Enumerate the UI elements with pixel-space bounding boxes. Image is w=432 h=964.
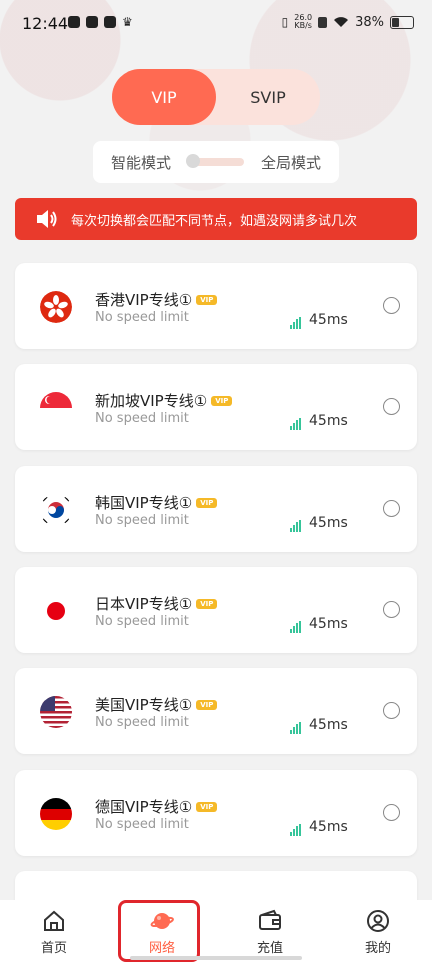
vip-badge: VIP bbox=[196, 497, 218, 508]
nav-home-label: 首页 bbox=[40, 940, 67, 956]
server-subtitle: No speed limit bbox=[95, 817, 189, 832]
nav-profile[interactable]: 我的 bbox=[324, 900, 432, 964]
tab-svip[interactable]: SVIP bbox=[216, 69, 320, 125]
server-card-de[interactable]: 德国VIP专线① VIP No speed limit 45ms bbox=[15, 770, 417, 856]
notice-text: 每次切换都会匹配不同节点，如遇没网请多试几次 bbox=[71, 213, 358, 229]
home-indicator bbox=[130, 956, 302, 960]
vibrate-icon: ▯ bbox=[281, 15, 289, 29]
signal-icon bbox=[290, 418, 302, 430]
server-name: 新加坡VIP专线① VIP bbox=[95, 390, 233, 411]
select-radio[interactable] bbox=[383, 398, 400, 415]
speaker-icon bbox=[37, 210, 57, 228]
bottom-nav: 首页 网络 充值 我的 bbox=[0, 900, 432, 964]
server-title: 日本VIP专线① bbox=[95, 595, 193, 613]
signal-icon bbox=[290, 722, 302, 734]
ping-value: 45ms bbox=[309, 312, 348, 328]
server-card-kr[interactable]: 韩国VIP专线① VIP No speed limit 45ms bbox=[15, 466, 417, 552]
signal-icon bbox=[290, 824, 302, 836]
planet-icon bbox=[150, 912, 174, 929]
ping-value: 45ms bbox=[309, 616, 348, 632]
server-card-us[interactable]: 美国VIP专线① VIP No speed limit 45ms bbox=[15, 668, 417, 754]
ping-value: 45ms bbox=[309, 819, 348, 835]
de-flag-icon bbox=[40, 798, 72, 830]
battery-percent: 38% bbox=[355, 14, 384, 30]
us-flag-icon bbox=[40, 696, 72, 728]
nav-profile-label: 我的 bbox=[364, 940, 391, 956]
sim-icon bbox=[318, 16, 328, 28]
status-time: 12:44 bbox=[22, 14, 69, 33]
select-radio[interactable] bbox=[383, 702, 400, 719]
signal-icon bbox=[290, 520, 302, 532]
signal-icon bbox=[290, 621, 302, 633]
vip-badge: VIP bbox=[196, 294, 218, 305]
vip-badge: VIP bbox=[196, 699, 218, 710]
kr-flag-icon bbox=[40, 494, 72, 526]
server-name: 美国VIP专线① VIP bbox=[95, 694, 218, 715]
hk-flag-icon bbox=[40, 291, 72, 323]
global-mode-label[interactable]: 全局模式 bbox=[261, 152, 321, 173]
server-subtitle: No speed limit bbox=[95, 310, 189, 325]
app-icon bbox=[86, 16, 98, 28]
ping-value: 45ms bbox=[309, 413, 348, 429]
select-radio[interactable] bbox=[383, 601, 400, 618]
server-name: 香港VIP专线① VIP bbox=[95, 289, 218, 310]
notification-icons: ♛ bbox=[68, 16, 134, 28]
nav-home[interactable]: 首页 bbox=[0, 900, 108, 964]
ping-value: 45ms bbox=[309, 515, 348, 531]
server-title: 德国VIP专线① bbox=[95, 798, 193, 816]
server-subtitle: No speed limit bbox=[95, 513, 189, 528]
server-name: 韩国VIP专线① VIP bbox=[95, 492, 218, 513]
server-card-hk[interactable]: 香港VIP专线① VIP No speed limit 45ms bbox=[15, 263, 417, 349]
wallet-icon bbox=[259, 909, 281, 930]
tab-vip[interactable]: VIP bbox=[112, 69, 216, 125]
server-subtitle: No speed limit bbox=[95, 411, 189, 426]
notice-banner: 每次切换都会匹配不同节点，如遇没网请多试几次 bbox=[15, 198, 417, 240]
server-title: 韩国VIP专线① bbox=[95, 494, 193, 512]
nav-network[interactable]: 网络 bbox=[108, 900, 216, 964]
server-name: 德国VIP专线① VIP bbox=[95, 796, 218, 817]
plan-tabs: VIP SVIP bbox=[112, 69, 320, 125]
server-title: 香港VIP专线① bbox=[95, 291, 193, 309]
mail-icon bbox=[104, 16, 116, 28]
wifi-icon bbox=[334, 17, 349, 27]
status-right: ▯ 26.0 KB/s 38% bbox=[282, 14, 414, 30]
server-subtitle: No speed limit bbox=[95, 715, 189, 730]
server-subtitle: No speed limit bbox=[95, 614, 189, 629]
nav-recharge[interactable]: 充值 bbox=[216, 900, 324, 964]
status-bar: 12:44 ♛ ▯ 26.0 KB/s 38% bbox=[0, 0, 432, 50]
nav-network-label: 网络 bbox=[148, 940, 175, 956]
user-icon bbox=[367, 909, 389, 932]
nav-recharge-label: 充值 bbox=[256, 940, 283, 956]
mode-toggle[interactable] bbox=[186, 154, 244, 168]
signal-icon bbox=[290, 317, 302, 329]
toggle-knob bbox=[186, 154, 200, 168]
sg-flag-icon bbox=[40, 392, 72, 424]
battery-icon bbox=[390, 15, 414, 29]
vip-badge: VIP bbox=[196, 801, 218, 812]
vip-badge: VIP bbox=[196, 598, 218, 609]
home-icon bbox=[44, 910, 64, 931]
jp-flag-icon bbox=[40, 595, 72, 627]
select-radio[interactable] bbox=[383, 297, 400, 314]
server-name: 日本VIP专线① VIP bbox=[95, 593, 218, 614]
mode-switch: 智能模式 全局模式 bbox=[93, 141, 339, 183]
network-speed: 26.0 KB/s bbox=[294, 14, 312, 30]
smart-mode-label[interactable]: 智能模式 bbox=[111, 152, 171, 173]
server-title: 新加坡VIP专线① bbox=[95, 392, 208, 410]
server-card-sg[interactable]: 新加坡VIP专线① VIP No speed limit 45ms bbox=[15, 364, 417, 450]
vip-badge: VIP bbox=[211, 395, 233, 406]
netspeed-unit: KB/s bbox=[294, 21, 312, 30]
crown-icon: ♛ bbox=[122, 15, 133, 29]
server-card-jp[interactable]: 日本VIP专线① VIP No speed limit 45ms bbox=[15, 567, 417, 653]
ping-value: 45ms bbox=[309, 717, 348, 733]
select-radio[interactable] bbox=[383, 500, 400, 517]
server-title: 美国VIP专线① bbox=[95, 696, 193, 714]
tiktok-icon bbox=[68, 16, 80, 28]
select-radio[interactable] bbox=[383, 804, 400, 821]
